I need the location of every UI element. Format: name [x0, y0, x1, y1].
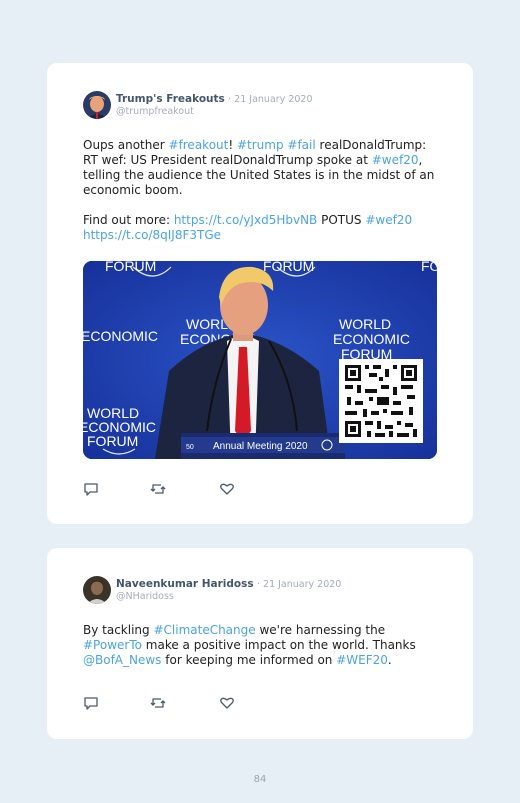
qr-code — [339, 359, 423, 443]
author-name[interactable]: Naveenkumar Haridoss — [116, 578, 254, 590]
tweet-text-run: we're harnessing the — [255, 623, 386, 637]
svg-text:FORUM: FORUM — [105, 261, 156, 274]
reply-icon[interactable] — [83, 696, 99, 710]
banner-text: Annual Meeting 2020 — [213, 441, 308, 452]
tweet-link[interactable]: https://t.co/yJxd5HbvNB — [174, 213, 317, 227]
author-line: Trump's Freakouts · 21 January 2020 — [116, 93, 313, 105]
tweet-text-run: for keeping me informed on — [161, 653, 337, 667]
tweet-text-run: make a positive impact on the world. Tha… — [141, 638, 416, 652]
banner-badge: 50 — [186, 444, 194, 451]
svg-text:ECONOMIC: ECONOMIC — [333, 331, 410, 347]
retweet-icon[interactable] — [150, 696, 166, 710]
tweet-text-run: Find out more: — [83, 213, 174, 227]
tweet-text-run: . — [387, 653, 392, 667]
tweet-link[interactable]: #trump — [237, 138, 284, 152]
tweet-date: · 21 January 2020 — [228, 94, 313, 105]
like-icon[interactable] — [219, 696, 235, 710]
tweet-link[interactable]: https://t.co/8qIJ8F3TGe — [83, 228, 221, 242]
like-icon[interactable] — [219, 482, 235, 496]
author-name[interactable]: Trump's Freakouts — [116, 93, 225, 105]
tweet-text: Oups another #freakout! #trump #fail rea… — [83, 138, 439, 243]
tweet-text-run: Oups another — [83, 138, 169, 152]
tweet-text-run: By tackling — [83, 623, 154, 637]
avatar[interactable] — [83, 91, 111, 119]
tweet-link[interactable]: #WEF20 — [336, 653, 388, 667]
tweet-link[interactable]: #wef20 — [365, 213, 412, 227]
author-handle[interactable]: @NHaridoss — [116, 591, 174, 602]
tweet-link[interactable]: #wef20 — [372, 153, 419, 167]
svg-text:FORUM: FORUM — [421, 261, 437, 274]
tweet-link[interactable]: #PowerTo — [83, 638, 142, 652]
tweet-link[interactable]: @BofA_News — [83, 653, 161, 667]
tweet-card: Trump's Freakouts · 21 January 2020 @tru… — [47, 63, 473, 524]
tweet-actions — [83, 696, 243, 710]
tweet-date: · 21 January 2020 — [256, 579, 342, 590]
tweet-paragraph: By tackling #ClimateChange we're harness… — [83, 623, 439, 668]
author-handle[interactable]: @trumpfreakout — [116, 106, 194, 117]
tweet-text: By tackling #ClimateChange we're harness… — [83, 623, 439, 668]
tweet-paragraph: Oups another #freakout! #trump #fail rea… — [83, 138, 439, 198]
author-line: Naveenkumar Haridoss · 21 January 2020 — [116, 578, 341, 590]
svg-text:ECONOMIC: ECONOMIC — [83, 328, 158, 344]
tweet-paragraph: Find out more: https://t.co/yJxd5HbvNB P… — [83, 213, 439, 243]
avatar[interactable] — [83, 576, 111, 604]
tweet-link[interactable]: #fail — [287, 138, 315, 152]
svg-text:FORUM: FORUM — [263, 261, 314, 274]
svg-text:WORLD: WORLD — [339, 316, 391, 332]
page-number: 84 — [253, 774, 267, 785]
tweet-media[interactable]: FORUM FORUM WORLD ECONOMIC WORLD ECONOMI… — [83, 261, 437, 459]
svg-text:FORUM: FORUM — [87, 433, 138, 449]
reply-icon[interactable] — [83, 482, 99, 496]
tweet-text-run: ! — [228, 138, 237, 152]
retweet-icon[interactable] — [150, 482, 166, 496]
tweet-text-run: POTUS — [317, 213, 366, 227]
tweet-link[interactable]: #ClimateChange — [153, 623, 255, 637]
tweet-link[interactable]: #freakout — [168, 138, 228, 152]
tweet-actions — [83, 482, 243, 496]
tweet-card: Naveenkumar Haridoss · 21 January 2020 @… — [47, 548, 473, 739]
